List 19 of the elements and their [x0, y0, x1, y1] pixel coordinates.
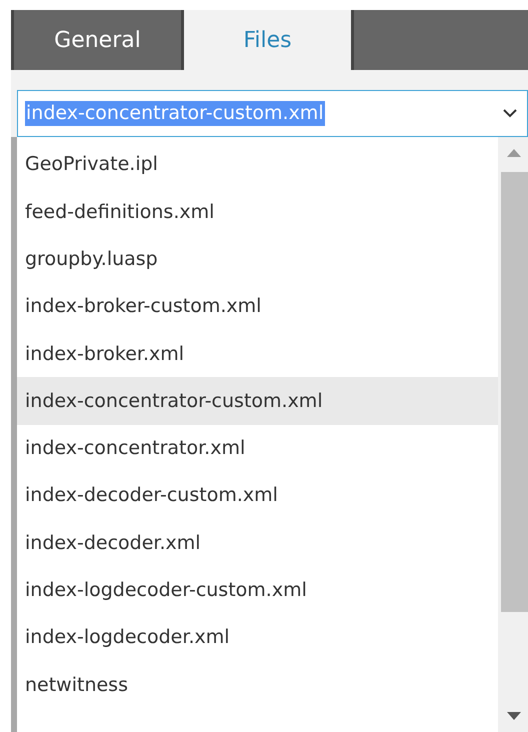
scroll-down-icon[interactable] [507, 712, 521, 720]
dropdown-option[interactable]: feed-definitions.xml [17, 188, 498, 236]
dropdown-option[interactable]: index-decoder.xml [17, 519, 498, 567]
dropdown-option[interactable]: index-decoder-custom.xml [17, 472, 498, 520]
dropdown-option[interactable]: index-logdecoder.xml [17, 614, 498, 662]
chevron-down-icon [503, 109, 517, 118]
selected-text: index-concentrator-custom.xml [25, 101, 325, 126]
dropdown-option[interactable]: index-broker.xml [17, 330, 498, 378]
dropdown-option[interactable]: index-logdecoder-custom.xml [17, 566, 498, 614]
dropdown-option[interactable]: index-concentrator-custom.xml [17, 377, 498, 425]
dropdown-option[interactable]: index-broker-custom.xml [17, 282, 498, 330]
tab[interactable]: Files [181, 10, 351, 70]
dropdown-option[interactable]: index-concentrator.xml [17, 424, 498, 472]
dropdown-option[interactable]: netwitness [17, 661, 498, 709]
scrollbar-thumb[interactable] [501, 172, 528, 612]
scrollbar[interactable] [498, 137, 528, 732]
dropdown-option[interactable]: groupby.luasp [17, 236, 498, 283]
dropdown-option[interactable]: GeoPrivate.ipl [17, 141, 498, 188]
scroll-up-icon[interactable] [507, 149, 521, 157]
